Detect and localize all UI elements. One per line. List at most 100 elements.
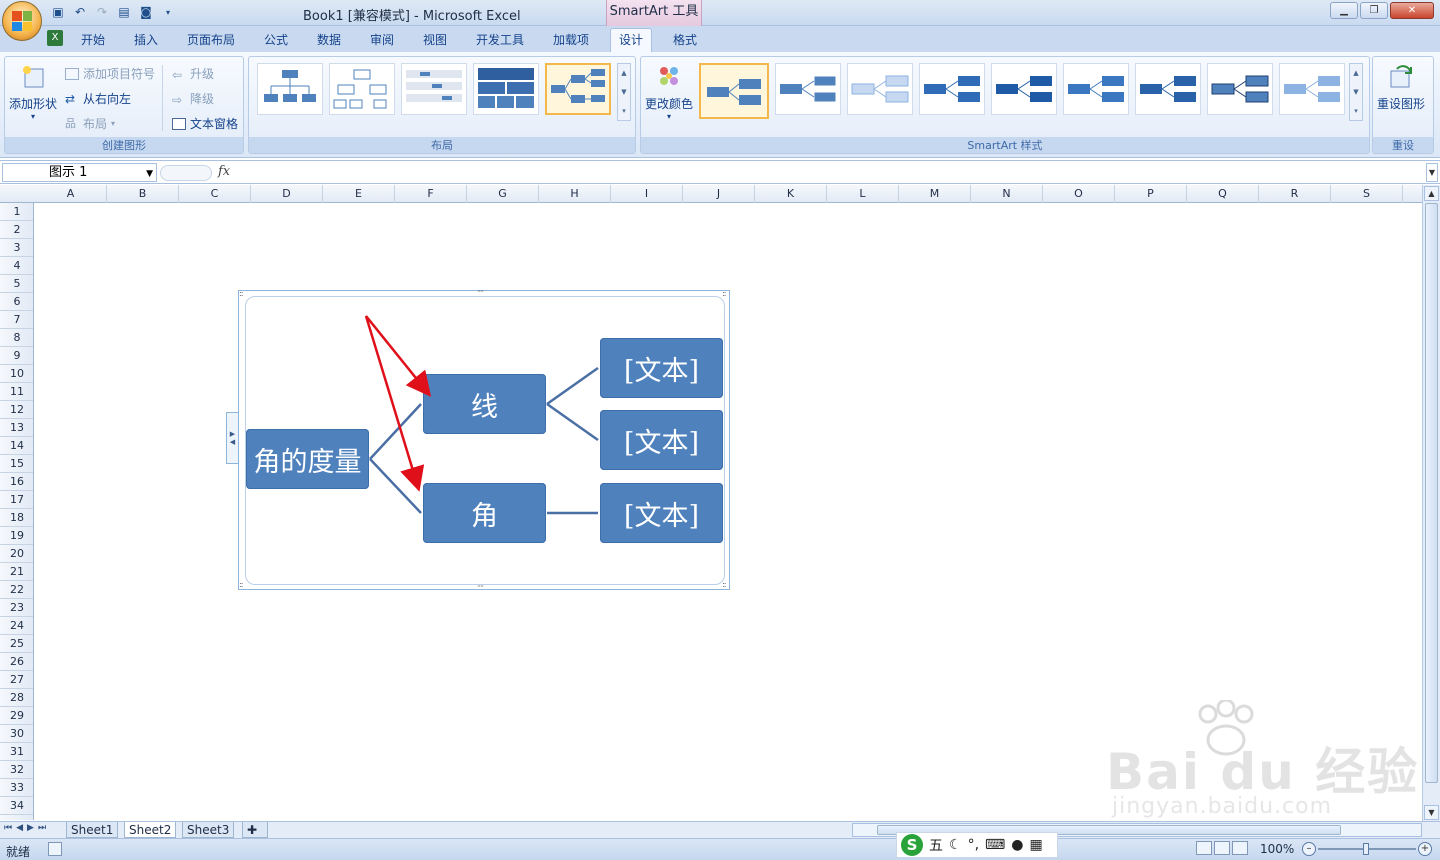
name-box[interactable]: 图示 1 ▼ — [2, 163, 157, 182]
column-header[interactable]: E — [323, 185, 395, 203]
save-icon[interactable]: ▣ — [50, 4, 66, 20]
style-item-7[interactable] — [1135, 63, 1201, 115]
half-width-moon-icon[interactable]: ☾ — [949, 837, 962, 853]
formula-bar-splitter[interactable] — [160, 165, 212, 181]
row-header[interactable]: 27 — [0, 671, 33, 689]
zoom-out-icon[interactable]: – — [1302, 842, 1316, 856]
smartart-node-level2-text1[interactable]: [文本] — [600, 338, 723, 398]
zoom-slider[interactable]: – + — [1300, 842, 1436, 856]
column-header[interactable]: S — [1331, 185, 1403, 203]
tab-format[interactable]: 格式 — [673, 31, 697, 48]
insert-sheet-icon[interactable]: ✚ — [242, 822, 268, 838]
toolbox-icon[interactable]: ▦ — [1029, 837, 1042, 853]
row-header[interactable]: 18 — [0, 509, 33, 527]
resize-handle-tr[interactable]: :: — [722, 289, 727, 298]
row-header[interactable]: 2 — [0, 221, 33, 239]
row-header[interactable]: 6 — [0, 293, 33, 311]
column-header[interactable]: I — [611, 185, 683, 203]
row-header[interactable]: 29 — [0, 707, 33, 725]
scroll-thumb[interactable] — [1425, 203, 1438, 783]
add-shape-button[interactable]: 添加形状 ▾ — [9, 63, 57, 121]
row-header[interactable]: 13 — [0, 419, 33, 437]
normal-view-icon[interactable] — [1196, 841, 1212, 855]
sheet-tab-1[interactable]: Sheet1 — [66, 822, 119, 838]
row-header[interactable]: 17 — [0, 491, 33, 509]
layout-hierarchy[interactable] — [329, 63, 395, 115]
row-header[interactable]: 26 — [0, 653, 33, 671]
row-header[interactable]: 7 — [0, 311, 33, 329]
smartart-node-level2-text2[interactable]: [文本] — [600, 410, 723, 470]
column-header[interactable]: C — [179, 185, 251, 203]
zoom-level[interactable]: 100% — [1260, 842, 1294, 856]
print-preview-icon[interactable]: ▤ — [116, 4, 132, 20]
office-button[interactable] — [2, 1, 42, 41]
column-header[interactable]: D — [251, 185, 323, 203]
prev-sheet-icon[interactable]: ◀ — [16, 823, 23, 833]
resize-handle-top[interactable]: ···· — [477, 287, 484, 296]
tab-page-layout[interactable]: 页面布局 — [187, 31, 235, 48]
redo-icon[interactable]: ↷ — [94, 4, 110, 20]
style-item-2[interactable] — [775, 63, 841, 115]
row-header[interactable]: 21 — [0, 563, 33, 581]
tab-data[interactable]: 数据 — [317, 31, 341, 48]
smartart-node-level1-line[interactable]: 线 — [423, 374, 546, 434]
right-to-left-button[interactable]: ⇄ 从右向左 — [65, 90, 131, 107]
page-break-view-icon[interactable] — [1232, 841, 1248, 855]
layouts-gallery-scroll[interactable]: ▲ ▼ ▾ — [617, 63, 631, 121]
customize-qat-icon[interactable]: ▾ — [160, 4, 176, 20]
resize-handle-bottom[interactable]: ···· — [477, 582, 484, 591]
tab-review[interactable]: 审阅 — [370, 31, 394, 48]
column-header[interactable]: G — [467, 185, 539, 203]
minimize-button[interactable]: ▁ — [1330, 2, 1358, 19]
row-header[interactable]: 15 — [0, 455, 33, 473]
row-header[interactable]: 10 — [0, 365, 33, 383]
page-layout-view-icon[interactable] — [1214, 841, 1230, 855]
row-header[interactable]: 31 — [0, 743, 33, 761]
vertical-scrollbar[interactable]: ▲ ▼ — [1422, 185, 1440, 821]
row-header[interactable]: 23 — [0, 599, 33, 617]
excel-doc-icon[interactable]: X — [47, 30, 63, 46]
formula-expand-icon[interactable]: ▼ — [1426, 163, 1438, 182]
ime-mode[interactable]: 五 — [929, 835, 943, 855]
scroll-down-icon[interactable]: ▼ — [1424, 805, 1439, 820]
text-pane-toggle[interactable]: ▶ ◀ — [226, 412, 238, 464]
add-bullet-button[interactable]: 添加项目符号 — [65, 65, 155, 82]
column-header[interactable]: M — [899, 185, 971, 203]
name-box-dropdown-icon[interactable]: ▼ — [146, 166, 153, 183]
tab-home[interactable]: 开始 — [81, 31, 105, 48]
row-header[interactable]: 20 — [0, 545, 33, 563]
column-header[interactable]: O — [1043, 185, 1115, 203]
row-header[interactable]: 8 — [0, 329, 33, 347]
layout-org-chart[interactable] — [257, 63, 323, 115]
macro-record-icon[interactable] — [48, 842, 62, 856]
sogou-logo-icon[interactable]: S — [901, 834, 923, 856]
row-header[interactable]: 19 — [0, 527, 33, 545]
column-header[interactable]: K — [755, 185, 827, 203]
tab-view[interactable]: 视图 — [423, 31, 447, 48]
smartart-node-level1-angle[interactable]: 角 — [423, 483, 546, 543]
change-colors-button[interactable]: 更改颜色 ▾ — [645, 63, 693, 121]
row-header[interactable]: 1 — [0, 203, 33, 221]
row-header[interactable]: 4 — [0, 257, 33, 275]
row-header[interactable]: 28 — [0, 689, 33, 707]
style-item-8[interactable] — [1207, 63, 1273, 115]
column-header[interactable]: J — [683, 185, 755, 203]
style-item-6[interactable] — [1063, 63, 1129, 115]
row-header[interactable]: 5 — [0, 275, 33, 293]
styles-gallery-scroll[interactable]: ▲ ▼ ▾ — [1349, 63, 1363, 121]
layout-hierarchy-list[interactable] — [401, 63, 467, 115]
scroll-up-icon[interactable]: ▲ — [1424, 186, 1439, 201]
smartart-node-level2-text3[interactable]: [文本] — [600, 483, 723, 543]
zoom-knob[interactable] — [1363, 843, 1369, 855]
close-button[interactable]: ✕ — [1390, 2, 1434, 19]
style-item-3[interactable] — [847, 63, 913, 115]
row-header[interactable]: 14 — [0, 437, 33, 455]
tab-add-ins[interactable]: 加载项 — [553, 31, 589, 48]
row-header[interactable]: 22 — [0, 581, 33, 599]
tab-design[interactable]: 设计 — [610, 28, 653, 52]
style-item-4[interactable] — [919, 63, 985, 115]
first-sheet-icon[interactable]: ⏮ — [4, 823, 12, 833]
row-header[interactable]: 12 — [0, 401, 33, 419]
resize-handle-tl[interactable]: :: — [239, 289, 244, 298]
layout-horizontal-hierarchy-selected[interactable] — [545, 63, 611, 115]
